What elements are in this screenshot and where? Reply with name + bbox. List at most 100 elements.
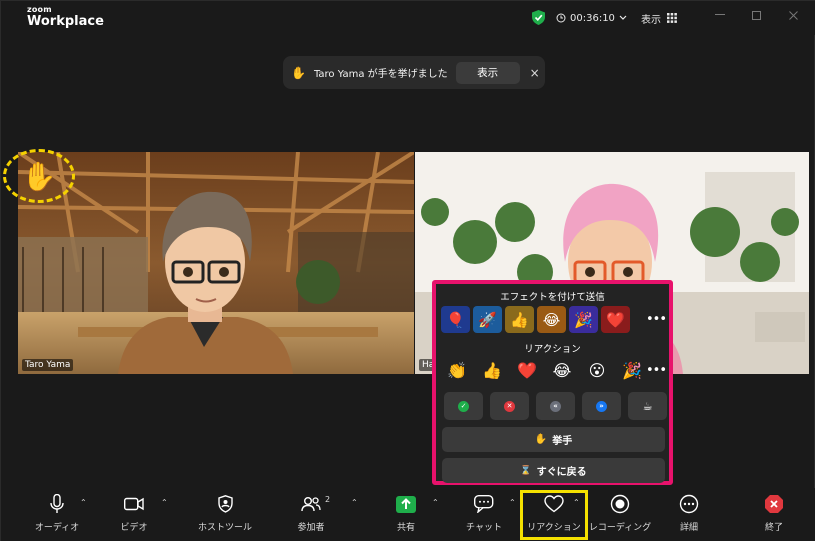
raised-hand-icon: ✋ <box>21 159 57 193</box>
nonverbal-feedback-row: ✓ ✕ « » ☕ <box>444 392 667 420</box>
balloon-icon: 🎈 <box>446 310 465 329</box>
title-bar: zoom Workplace 00:36:10 表示 <box>1 1 815 35</box>
share-options-caret-icon[interactable]: ⌃ <box>432 498 439 507</box>
party-icon[interactable]: 🎉 <box>621 359 643 381</box>
record-icon <box>610 494 630 514</box>
security-shield-icon[interactable] <box>532 10 545 25</box>
host-tools-label: ホストツール <box>197 523 252 533</box>
notification-message: Taro Yama が手を挙げました <box>313 69 448 80</box>
heart-icon[interactable]: ❤️ <box>516 359 538 381</box>
participant-name-label: Taro Yama <box>22 359 74 371</box>
effect-balloon[interactable]: 🎈 <box>441 306 470 333</box>
effect-laugh[interactable]: 😂 <box>537 306 566 333</box>
share-screen-icon <box>396 495 416 513</box>
effect-heart[interactable]: ❤️ <box>601 306 630 333</box>
show-button[interactable]: 表示 <box>455 61 520 84</box>
fast-forward-icon: » <box>596 400 607 412</box>
video-tile-taro-yama[interactable]: Taro Yama <box>18 152 414 374</box>
faster-button[interactable]: » <box>582 392 621 420</box>
share-button[interactable]: 共有 <box>371 493 441 533</box>
coffee-button[interactable]: ☕ <box>628 392 667 420</box>
effect-thumbs-up[interactable]: 👍 <box>505 306 534 333</box>
be-right-back-label: すぐに戻る <box>536 467 587 478</box>
video-camera-icon <box>124 497 144 511</box>
end-meeting-icon <box>765 495 783 513</box>
more-reactions-icon[interactable]: ••• <box>646 363 667 378</box>
effect-party[interactable]: 🎉 <box>569 306 598 333</box>
view-button[interactable]: 表示 <box>641 9 677 27</box>
participants-icon <box>301 497 321 512</box>
clap-icon[interactable]: 👏 <box>446 359 468 381</box>
reactions-row: 👏 👍 ❤️ 😂 😮 🎉 <box>446 359 643 381</box>
no-button[interactable]: ✕ <box>490 392 529 420</box>
party-icon: 🎉 <box>574 310 593 329</box>
yes-button[interactable]: ✓ <box>444 392 483 420</box>
end-label: 終了 <box>764 523 783 533</box>
logo-workplace-text: Workplace <box>27 14 104 29</box>
be-right-back-button[interactable]: ⌛ すぐに戻る <box>442 458 665 483</box>
end-meeting-button[interactable]: 終了 <box>739 493 809 533</box>
coffee-icon: ☕ <box>642 399 653 413</box>
avatar-video-taro <box>18 152 414 374</box>
raise-hand-notification: ✋ Taro Yama が手を挙げました 表示 × <box>283 56 545 89</box>
laugh-icon[interactable]: 😂 <box>551 359 573 381</box>
effects-title: エフェクトを付けて送信 <box>500 292 605 303</box>
more-effects-icon[interactable]: ••• <box>646 312 667 327</box>
laugh-icon: 😂 <box>542 310 561 329</box>
raise-hand-button[interactable]: ✋ 挙手 <box>442 427 665 452</box>
zoom-logo: zoom Workplace <box>27 5 104 29</box>
logo-small-text: zoom <box>27 5 52 14</box>
effects-row: 🎈 🚀 👍 😂 🎉 ❤️ <box>441 306 630 333</box>
rewind-icon: « <box>550 400 561 412</box>
heart-icon: ❤️ <box>606 310 625 329</box>
close-window-icon[interactable] <box>789 11 798 20</box>
video-label: ビデオ <box>120 523 148 533</box>
reactions-title: リアクション <box>524 344 581 355</box>
audio-label: オーディオ <box>34 523 80 533</box>
video-options-caret-icon[interactable]: ⌃ <box>161 498 168 507</box>
timer-text: 00:36:10 <box>570 12 615 24</box>
raise-hand-icon: ✋ <box>291 65 306 80</box>
hourglass-icon: ⌛ <box>520 465 532 476</box>
participants-count: 2 <box>325 495 331 504</box>
more-dots-icon <box>679 494 699 514</box>
video-button[interactable]: ビデオ <box>99 493 169 533</box>
shield-icon <box>217 495 233 513</box>
close-notification-icon[interactable]: × <box>530 66 540 80</box>
microphone-icon <box>50 494 64 513</box>
surprised-icon[interactable]: 😮 <box>586 359 608 381</box>
grid-view-icon <box>667 13 677 23</box>
hand-icon: ✋ <box>534 434 548 445</box>
slower-button[interactable]: « <box>536 392 575 420</box>
zoom-window: zoom Workplace 00:36:10 表示 ✋ Taro Yama が… <box>0 0 815 541</box>
view-label: 表示 <box>641 14 661 26</box>
reactions-panel: エフェクトを付けて送信 🎈 🚀 👍 😂 🎉 ❤️ ••• リアクション 👏 👍 … <box>432 280 673 485</box>
effect-rocket[interactable]: 🚀 <box>473 306 502 333</box>
meeting-timer[interactable]: 00:36:10 <box>556 9 627 27</box>
minimize-icon[interactable] <box>715 14 725 16</box>
maximize-icon[interactable] <box>752 11 761 20</box>
thumbs-up-icon: 👍 <box>510 310 529 329</box>
thumbs-up-icon[interactable]: 👍 <box>481 359 503 381</box>
x-icon: ✕ <box>504 400 515 412</box>
recording-button[interactable]: レコーディング <box>585 493 655 533</box>
meeting-toolbar: オーディオ ⌃ ビデオ ⌃ ホストツール 参加者 2 ⌃ 共有 ⌃ チャット ⌃ <box>1 488 815 541</box>
raised-hand-indicator: ✋ <box>3 149 75 203</box>
reactions-button-highlight <box>520 490 588 540</box>
recording-label: レコーディング <box>588 523 652 533</box>
more-button[interactable]: 詳細 <box>654 493 724 533</box>
audio-options-caret-icon[interactable]: ⌃ <box>80 498 87 507</box>
participants-button[interactable]: 参加者 <box>276 493 346 533</box>
chat-icon <box>474 495 494 513</box>
chat-options-caret-icon[interactable]: ⌃ <box>509 498 516 507</box>
more-label: 詳細 <box>679 523 698 533</box>
participants-options-caret-icon[interactable]: ⌃ <box>351 498 358 507</box>
chevron-down-icon <box>619 15 627 20</box>
chat-label: チャット <box>466 523 502 533</box>
clock-icon <box>556 13 566 23</box>
check-icon: ✓ <box>458 400 469 412</box>
rocket-icon: 🚀 <box>478 310 497 329</box>
share-label: 共有 <box>396 523 415 533</box>
participants-label: 参加者 <box>297 523 325 533</box>
host-tools-button[interactable]: ホストツール <box>190 493 260 533</box>
